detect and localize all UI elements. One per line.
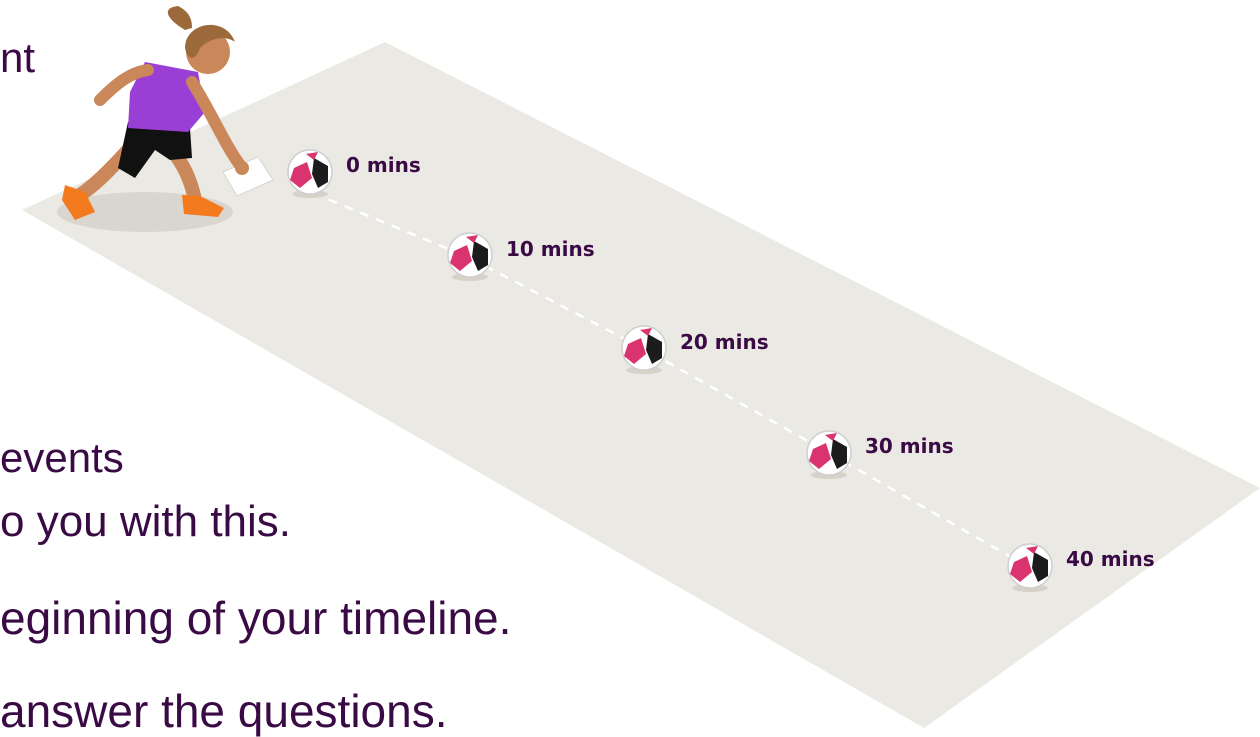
- slide-text-line-5: answer the questions.: [0, 685, 448, 737]
- timeline-marker-label-40: 40 mins: [1066, 547, 1155, 571]
- timeline-marker-label-20: 20 mins: [680, 330, 769, 354]
- slide-text-line-1: nt: [0, 34, 36, 81]
- timeline-marker-label-10: 10 mins: [506, 237, 595, 261]
- slide-text-line-2: events: [0, 434, 124, 481]
- slide-text-line-4: eginning of your timeline.: [0, 592, 512, 644]
- slide-text-line-3: o you with this.: [0, 497, 292, 546]
- timeline-marker-label-30: 30 mins: [865, 434, 954, 458]
- timeline-marker-label-0: 0 mins: [346, 153, 421, 177]
